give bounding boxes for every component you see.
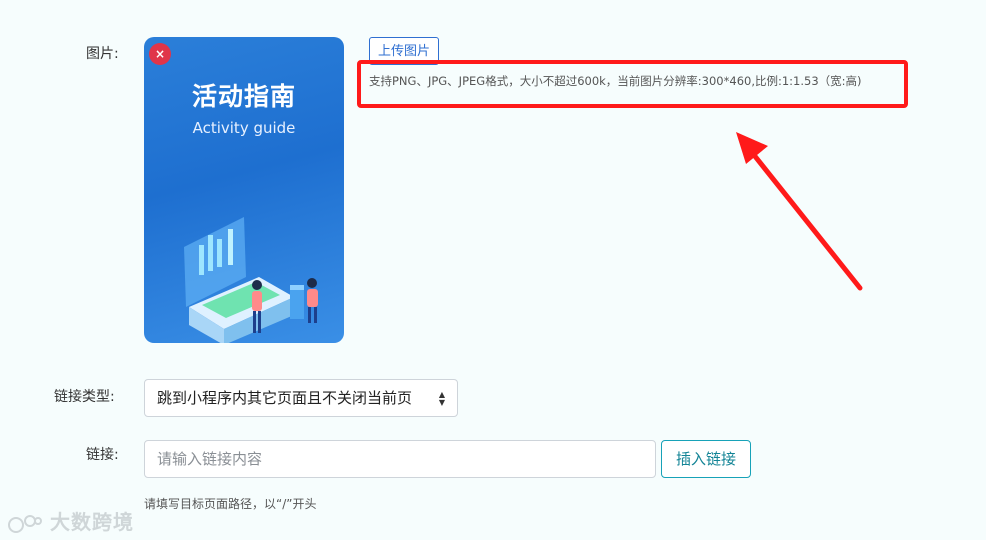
upload-format-hint: 支持PNG、JPG、JPEG格式，大小不超过600k，当前图片分辨率:300*4… <box>369 74 862 88</box>
image-field-label: 图片: <box>86 46 119 62</box>
link-input[interactable] <box>144 440 656 478</box>
dashboard-illustration <box>184 217 318 343</box>
watermark-text: 大数跨境 <box>49 510 134 534</box>
link-path-hint: 请填写目标页面路径，以“/”开头 <box>144 497 317 511</box>
watermark: 大数跨境 <box>8 506 134 535</box>
insert-link-button[interactable]: 插入链接 <box>661 440 751 478</box>
poster-subtitle: Activity guide <box>192 119 296 137</box>
link-type-selected-value: 跳到小程序内其它页面且不关闭当前页 <box>157 389 413 407</box>
remove-image-button[interactable]: × <box>149 43 171 65</box>
sort-caret-icon: ▲ ▼ <box>438 390 445 407</box>
link-type-select[interactable]: 跳到小程序内其它页面且不关闭当前页 ▲ ▼ <box>144 379 458 417</box>
link-type-field-label: 链接类型: <box>54 389 115 405</box>
watermark-logo-icon <box>8 514 42 533</box>
arrow-icon <box>736 132 863 291</box>
poster-title: 活动指南 <box>191 82 296 111</box>
uploaded-image-preview: 活动指南 Activity guide <box>144 37 344 343</box>
link-field-label: 链接: <box>86 447 119 463</box>
